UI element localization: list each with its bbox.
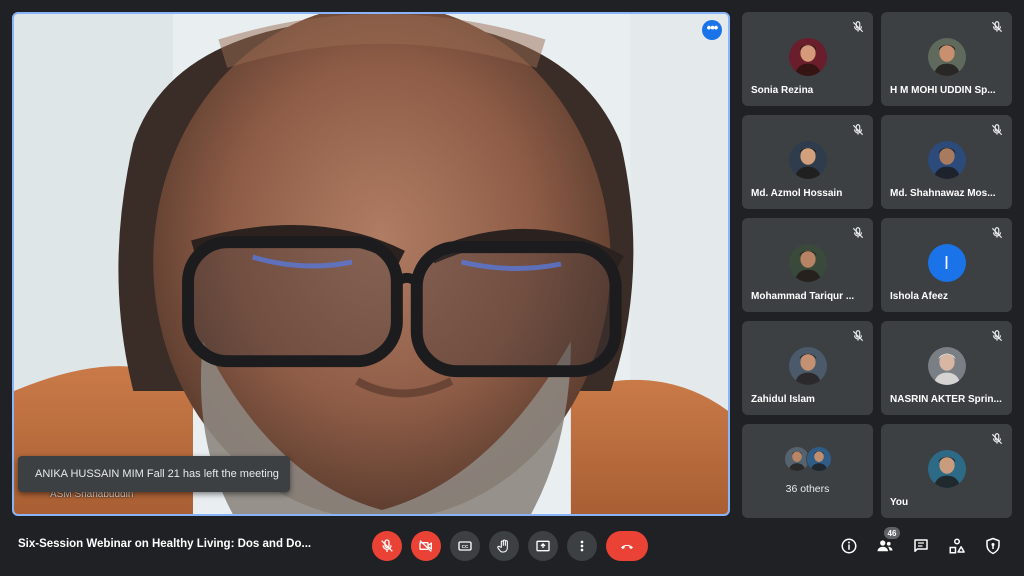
mic-off-icon xyxy=(851,123,865,137)
participant-tile[interactable]: Md. Shahnawaz Mos... xyxy=(881,115,1012,209)
avatar xyxy=(788,38,827,76)
mic-off-icon xyxy=(381,539,393,552)
others-count-label: 36 others xyxy=(785,483,830,495)
others-tile[interactable]: 36 others xyxy=(742,424,873,518)
avatar: I xyxy=(927,244,966,282)
people-icon xyxy=(877,540,893,552)
closed-caption-icon: CC xyxy=(458,541,472,551)
call-end-icon xyxy=(621,544,633,549)
present-screen-icon xyxy=(536,540,550,552)
captions-button[interactable]: CC xyxy=(450,531,480,561)
participant-tile[interactable]: NASRIN AKTER Sprin... xyxy=(881,321,1012,415)
mic-off-icon xyxy=(990,329,1004,343)
more-vert-icon xyxy=(580,540,584,552)
more-options-button[interactable] xyxy=(567,531,597,561)
mic-off-icon xyxy=(990,20,1004,34)
present-now-button[interactable] xyxy=(528,531,558,561)
participant-tile[interactable]: You xyxy=(881,424,1012,518)
info-icon xyxy=(841,538,857,554)
svg-text:CC: CC xyxy=(462,544,469,549)
participant-tile[interactable]: H M MOHI UDDIN Sp... xyxy=(881,12,1012,106)
notification-toast: ANIKA HUSSAIN MIM Fall 21 has left the m… xyxy=(18,456,290,492)
avatar xyxy=(788,141,827,179)
speaker-video xyxy=(14,14,728,514)
avatar xyxy=(806,446,832,472)
more-vert-icon: ••• xyxy=(706,20,719,35)
notification-text: ANIKA HUSSAIN MIM Fall 21 has left the m… xyxy=(35,468,279,480)
activities-icon xyxy=(949,538,965,554)
mic-off-icon xyxy=(851,226,865,240)
participant-name: NASRIN AKTER Sprin... xyxy=(890,394,1002,405)
chat-icon xyxy=(914,539,928,552)
mic-toggle-button[interactable] xyxy=(372,531,402,561)
mic-off-icon xyxy=(990,432,1004,446)
chat-button[interactable] xyxy=(912,537,930,555)
leave-call-button[interactable] xyxy=(606,531,648,561)
participant-name: Ishola Afeez xyxy=(890,291,948,302)
avatar xyxy=(788,244,827,282)
hand-icon xyxy=(497,539,508,553)
show-everyone-button[interactable] xyxy=(876,537,894,555)
participant-name: Md. Shahnawaz Mos... xyxy=(890,188,996,199)
mic-off-icon xyxy=(990,226,1004,240)
camera-toggle-button[interactable] xyxy=(411,531,441,561)
speaker-more-options-button[interactable]: ••• xyxy=(702,20,722,40)
host-controls-button[interactable] xyxy=(984,537,1002,555)
mic-off-icon xyxy=(990,123,1004,137)
participant-name: Zahidul Islam xyxy=(751,394,815,405)
videocam-off-icon xyxy=(419,540,432,552)
participant-name: Mohammad Tariqur ... xyxy=(751,291,855,302)
others-avatars xyxy=(784,446,834,474)
meet-window: ••• ASM Shahabuddin ANIKA HUSSAIN MIM Fa… xyxy=(0,0,1024,576)
host-controls-icon xyxy=(986,537,1000,555)
raise-hand-button[interactable] xyxy=(489,531,519,561)
avatar xyxy=(927,141,966,179)
participant-count-badge: 46 xyxy=(884,527,900,539)
participant-tile[interactable]: Md. Azmol Hossain xyxy=(742,115,873,209)
participant-name: Md. Azmol Hossain xyxy=(751,188,843,199)
participant-tile[interactable]: Sonia Rezina xyxy=(742,12,873,106)
mic-off-icon xyxy=(851,329,865,343)
avatar xyxy=(927,38,966,76)
avatar xyxy=(788,347,827,385)
participant-name: H M MOHI UDDIN Sp... xyxy=(890,85,996,96)
participant-tile[interactable]: Zahidul Islam xyxy=(742,321,873,415)
avatar xyxy=(927,347,966,385)
main-speaker-tile[interactable]: ••• ASM Shahabuddin xyxy=(12,12,730,516)
mic-off-icon xyxy=(851,20,865,34)
participant-name: You xyxy=(890,497,909,508)
participant-tile[interactable]: I Ishola Afeez xyxy=(881,218,1012,312)
activities-button[interactable] xyxy=(948,537,966,555)
meeting-details-button[interactable] xyxy=(840,537,858,555)
participant-name: Sonia Rezina xyxy=(751,85,814,96)
participant-tile[interactable]: Mohammad Tariqur ... xyxy=(742,218,873,312)
meeting-title: Six-Session Webinar on Healthy Living: D… xyxy=(18,538,312,550)
avatar xyxy=(927,450,966,488)
